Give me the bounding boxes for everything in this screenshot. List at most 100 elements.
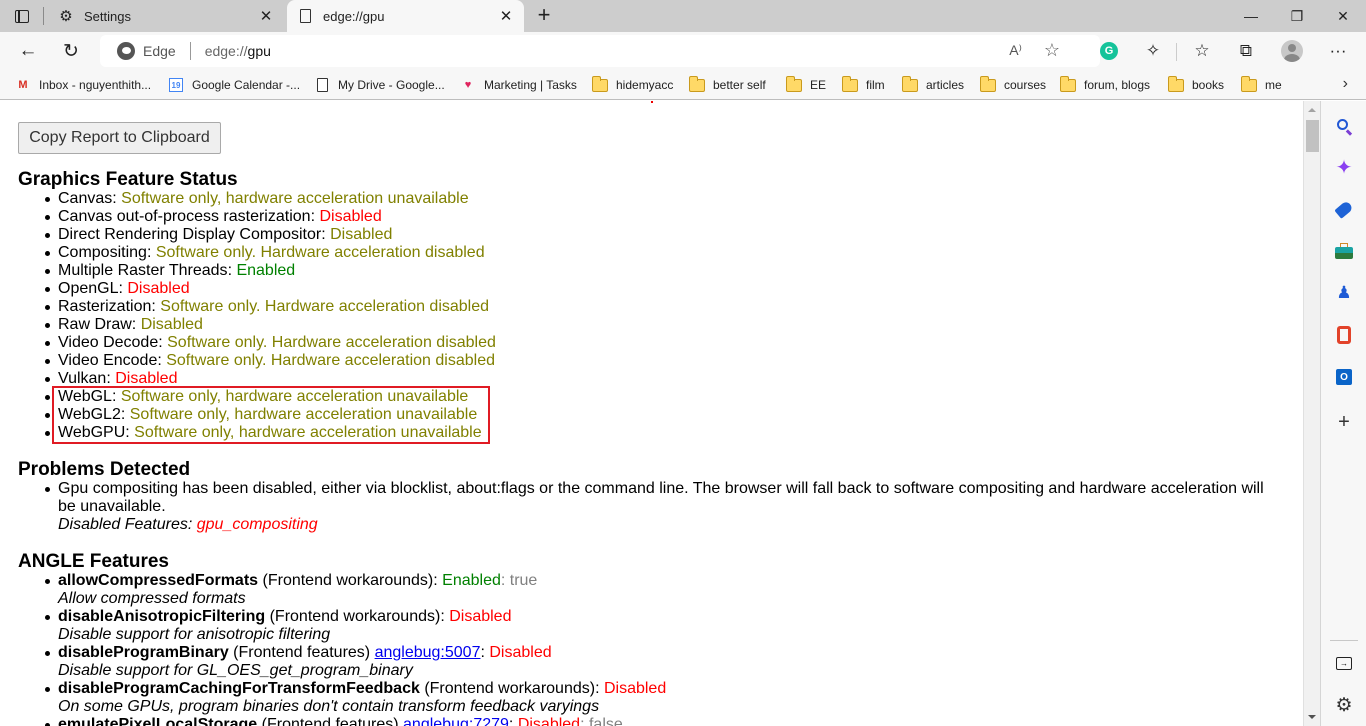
feature-item: Compositing: Software only. Hardware acc… (45, 244, 496, 262)
url-text[interactable]: edge://gpu (205, 43, 271, 59)
vertical-scrollbar[interactable] (1303, 101, 1320, 726)
feature-item: Canvas: Software only, hardware accelera… (45, 190, 496, 208)
bookmark-folder[interactable]: better self (689, 75, 766, 95)
problem-text: Gpu compositing has been disabled, eithe… (58, 480, 1264, 515)
bookmark-label: EE (810, 78, 827, 92)
anglebug-link[interactable]: anglebug:5007 (375, 644, 481, 661)
sidebar-search-button[interactable] (1332, 114, 1356, 138)
sidebar-games-button[interactable]: ♟ (1332, 281, 1356, 305)
bookmark-label: forum, blogs (1084, 78, 1151, 92)
sidebar-discover-button[interactable]: ✦ (1332, 155, 1356, 179)
copy-report-button[interactable]: Copy Report to Clipboard (18, 122, 221, 154)
angle-feature-name: emulatePixelLocalStorage (58, 716, 258, 726)
bookmark-item[interactable]: M Inbox - nguyenthith... (15, 75, 151, 95)
angle-feature-status: Enabled (442, 572, 501, 589)
angle-feature-category: (Frontend features) (257, 716, 404, 726)
bookmark-label: books (1192, 78, 1225, 92)
page-icon (314, 78, 330, 92)
problem-item: Gpu compositing has been disabled, eithe… (45, 480, 1280, 534)
gmail-icon: M (18, 79, 28, 91)
grammarly-extension-button[interactable]: G (1095, 37, 1123, 65)
folder-icon (980, 75, 996, 92)
chevron-right-icon[interactable]: › (1343, 75, 1348, 93)
tab-settings[interactable]: ⚙ Settings ✕ (48, 0, 284, 32)
sidebar-hide-button[interactable]: → (1332, 651, 1356, 675)
anglebug-link[interactable]: anglebug:7279 (403, 716, 509, 726)
bookmark-item[interactable]: My Drive - Google... (314, 75, 445, 95)
collections-icon: ⧉ (1239, 41, 1253, 60)
angle-feature-value: : true (500, 572, 538, 589)
scroll-thumb[interactable] (1306, 120, 1319, 152)
collections-button[interactable]: ⧉ (1232, 37, 1260, 65)
section-heading: ANGLE Features (18, 551, 169, 572)
sidebar-settings-button[interactable]: ⚙ (1332, 693, 1356, 717)
angle-feature-category: (Frontend workarounds) (258, 572, 434, 589)
folder-icon (1060, 75, 1076, 92)
angle-feature-description: On some GPUs, program binaries don't con… (58, 698, 600, 715)
feature-status: Software only. Hardware acceleration dis… (167, 334, 496, 351)
url-host: gpu (247, 43, 271, 59)
new-tab-button[interactable]: + (533, 4, 555, 27)
sidebar-office-button[interactable] (1332, 323, 1356, 347)
extensions-button[interactable]: ✧ (1139, 37, 1167, 65)
bookmark-folder[interactable]: books (1168, 75, 1224, 95)
angle-feature-description: Allow compressed formats (58, 590, 246, 607)
tab-gpu[interactable]: edge://gpu ✕ (287, 0, 524, 32)
angle-feature-item: disableAnisotropicFiltering (Frontend wo… (45, 608, 1280, 644)
address-bar[interactable]: Edge edge://gpu A⁾ ☆ (100, 35, 1100, 67)
add-favorite-icon[interactable]: ☆ (1044, 40, 1060, 61)
minimize-button[interactable]: — (1228, 0, 1274, 32)
feature-name: Video Decode (58, 334, 159, 351)
back-button[interactable]: ← (13, 36, 43, 66)
folder-icon (842, 75, 858, 92)
feature-name: Compositing (58, 244, 147, 261)
feature-item: Rasterization: Software only. Hardware a… (45, 298, 496, 316)
tab-strip: ⚙ Settings ✕ edge://gpu ✕ + — ❐ ✕ (0, 0, 1366, 32)
sidebar-tools-button[interactable] (1332, 239, 1356, 263)
close-tab-icon[interactable]: ✕ (256, 6, 276, 26)
bookmark-folder[interactable]: me (1241, 75, 1282, 95)
bookmark-label: better self (713, 78, 766, 92)
folder-icon (902, 75, 918, 92)
bookmark-label: Inbox - nguyenthith... (39, 78, 152, 92)
restore-button[interactable]: ❐ (1274, 0, 1320, 32)
folder-icon (1168, 75, 1184, 92)
angle-feature-item: emulatePixelLocalStorage (Frontend featu… (45, 716, 1280, 726)
tab-title: Settings (84, 8, 131, 24)
profile-button[interactable] (1278, 37, 1306, 65)
gear-icon: ⚙ (1335, 694, 1353, 716)
highlight-box (52, 386, 490, 444)
sidebar-shopping-button[interactable] (1332, 197, 1356, 221)
read-aloud-icon[interactable]: A⁾ (1009, 42, 1022, 59)
tab-actions-button[interactable] (10, 6, 34, 26)
feature-item: OpenGL: Disabled (45, 280, 496, 298)
sidebar-outlook-button[interactable]: O (1332, 365, 1356, 389)
bookmark-folder[interactable]: hidemyacc (592, 75, 673, 95)
bookmark-folder[interactable]: EE (786, 75, 826, 95)
scroll-down-arrow[interactable] (1308, 715, 1316, 719)
tab-divider (43, 7, 44, 25)
bookmark-folder[interactable]: film (842, 75, 885, 95)
bookmark-folder[interactable]: forum, blogs (1060, 75, 1150, 95)
feature-item: Video Encode: Software only. Hardware ac… (45, 352, 495, 369)
more-button[interactable]: ··· (1324, 37, 1352, 65)
bookmark-folder[interactable]: courses (980, 75, 1046, 95)
feature-name: Multiple Raster Threads (58, 262, 228, 279)
feature-item: Video Decode: Software only. Hardware ac… (45, 334, 496, 351)
bookmark-item[interactable]: 19 Google Calendar -... (168, 75, 300, 95)
feature-status: Enabled (236, 262, 296, 279)
angle-feature-description: Disable support for GL_OES_get_program_b… (58, 662, 413, 679)
page-icon (297, 8, 313, 24)
close-window-button[interactable]: ✕ (1320, 0, 1366, 32)
sidebar-add-button[interactable]: + (1332, 410, 1356, 434)
bookmark-item[interactable]: ♥ Marketing | Tasks (460, 75, 577, 95)
refresh-button[interactable]: ↻ (56, 36, 86, 66)
toolbar: ← ↻ Edge edge://gpu A⁾ ☆ G ✧ ☆ ⧉ ··· (0, 32, 1366, 70)
favorites-button[interactable]: ☆ (1188, 37, 1216, 65)
scroll-up-arrow[interactable] (1308, 108, 1316, 112)
hide-sidebar-icon: → (1336, 656, 1352, 670)
site-label: Edge (143, 43, 176, 59)
angle-feature-item: allowCompressedFormats (Frontend workaro… (45, 572, 1280, 608)
close-tab-icon[interactable]: ✕ (496, 6, 516, 26)
bookmark-folder[interactable]: articles (902, 75, 964, 95)
